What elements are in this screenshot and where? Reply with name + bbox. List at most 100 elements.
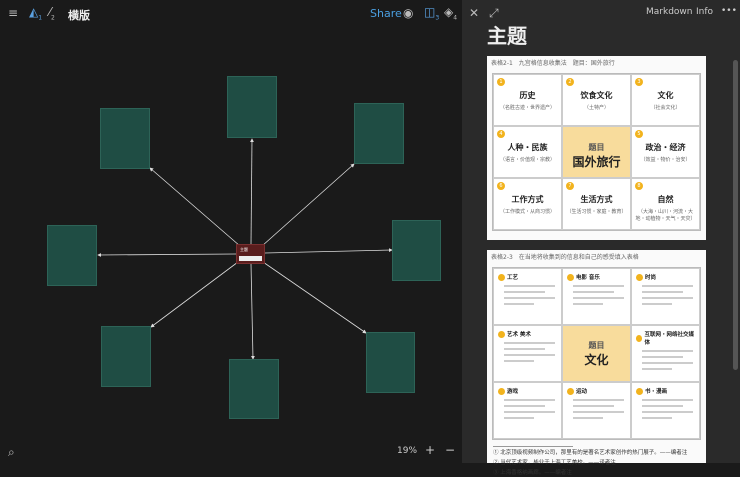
bullet-icon [498, 330, 505, 338]
close-icon[interactable]: ✕ [469, 6, 479, 20]
number-badge: 2 [566, 78, 574, 86]
number-badge: 6 [497, 182, 505, 190]
cell-heading: 工作方式 [511, 195, 544, 204]
grid-cell: 7 生活方式 （生活习惯・家庭・教育） [562, 178, 631, 230]
node-left[interactable] [47, 225, 97, 286]
edge [149, 167, 241, 247]
scrollbar[interactable] [733, 60, 738, 370]
markdown-button[interactable]: Markdown [646, 7, 692, 17]
bullet-icon [498, 273, 505, 281]
grid-cell: 书・漫画 [631, 382, 700, 439]
cell-subtext: （工作模式・从商习惯） [499, 209, 555, 215]
cell-heading: 电影 音乐 [576, 275, 600, 281]
cell-label: 题目 [588, 340, 605, 350]
number-badge: 1 [497, 78, 505, 86]
info-button[interactable]: Info [696, 7, 713, 17]
number-badge: 7 [566, 182, 574, 190]
footnote: ② 当代艺术家，毕业于上海工艺美校。——译者注 [493, 460, 616, 466]
node-top-right[interactable] [354, 103, 404, 164]
cell-heading: 饮食文化 [580, 91, 613, 100]
node-bottom[interactable] [229, 359, 279, 419]
nine-grid-image-2: 表格2-3 在当地将收集到的信息和自己的感受填入表格 工艺 电影 音乐 时尚艺术 美… [487, 250, 706, 476]
edge [249, 138, 254, 245]
number-badge: 3 [635, 78, 643, 86]
bullet-icon [567, 387, 574, 395]
grid-cell: 题目 国外旅行 [562, 126, 631, 178]
bullet-icon [636, 334, 643, 342]
node-bottom-left[interactable] [101, 326, 151, 387]
cell-heading: 艺术 美术 [507, 332, 531, 338]
cell-heading: 游戏 [507, 389, 519, 395]
cell-subtext: （土特产） [583, 105, 609, 111]
grid-cell: 8 自然 （大海・山川・河流・大地・动植物・天气・天灾） [631, 178, 700, 230]
cell-heading: 互联网・网络社交媒体 [644, 332, 694, 346]
cell-heading: 工艺 [507, 275, 519, 281]
cell-label: 题目 [588, 143, 605, 152]
bullet-icon [636, 387, 643, 395]
edge [150, 261, 239, 328]
cell-subtext: （效益・物价・治安） [640, 157, 691, 163]
grid-cell: 1 历史 （名胜古迹・世界遗产） [493, 74, 562, 126]
number-badge: 8 [635, 182, 643, 190]
footnote: ③ 上海香格纳画廊。——编者注 [493, 470, 572, 476]
table-caption: 表格2-1 九宫格信息收集法 题目：国外旅行 [491, 60, 615, 67]
cell-subtext: （名胜古迹・世界遗产） [499, 105, 555, 111]
number-badge: 4 [497, 130, 505, 138]
grid-cell: 艺术 美术 [493, 325, 562, 382]
cell-heading: 时尚 [645, 275, 657, 281]
cell-topic: 国外旅行 [572, 155, 621, 169]
cell-heading: 历史 [519, 91, 536, 100]
node-bottom-right[interactable] [366, 332, 415, 393]
node-top[interactable] [227, 76, 277, 138]
zoom-out-button[interactable]: − [445, 443, 455, 457]
zoom-level: 19% [397, 446, 418, 456]
edge [261, 163, 355, 247]
edge [262, 261, 367, 334]
cell-heading: 政治・经济 [645, 143, 686, 152]
grid-cell: 工艺 [493, 268, 562, 325]
grid-cell: 时尚 [631, 268, 700, 325]
edge [250, 263, 255, 360]
grid-cell: 电影 音乐 [562, 268, 631, 325]
table-caption: 表格2-3 在当地将收集到的信息和自己的感受填入表格 [491, 254, 639, 261]
footnote: ① 北京顶级视频制作公司，那里有的是著名艺术家创作的热门展子。——编者注 [493, 450, 688, 456]
center-node-label: 主题 [240, 247, 248, 252]
edge [264, 248, 393, 254]
cell-heading: 运动 [576, 389, 588, 395]
grid-cell: 3 文化 （社会文化） [631, 74, 700, 126]
grid-cell: 2 饮食文化 （土特产） [562, 74, 631, 126]
center-node[interactable]: 主题 [236, 244, 265, 264]
number-badge: 5 [635, 130, 643, 138]
cell-subtext: （社会文化） [650, 105, 681, 111]
center-node-image [239, 256, 262, 261]
node-right[interactable] [392, 220, 441, 281]
node-title[interactable]: 主题 [487, 20, 527, 49]
cell-heading: 文化 [657, 91, 674, 100]
expand-icon[interactable]: ⤢ [489, 6, 499, 21]
bullet-icon [636, 273, 643, 281]
cell-subtext: （语言・价值观・宗教） [499, 157, 555, 163]
more-button[interactable]: ••• [721, 6, 737, 16]
cell-subtext: （大海・山川・河流・大地・动植物・天气・天灾） [635, 209, 696, 222]
grid-cell: 4 人种・民族 （语言・价值观・宗教） [493, 126, 562, 178]
grid-cell: 游戏 [493, 382, 562, 439]
node-top-left[interactable] [100, 108, 150, 169]
nine-grid-image-1: 表格2-1 九宫格信息收集法 题目：国外旅行 1 历史 （名胜古迹・世界遗产） 2 饮食… [487, 56, 706, 240]
zoom-in-button[interactable]: + [425, 443, 435, 457]
cell-topic: 文化 [584, 352, 609, 367]
cell-subtext: （生活习惯・家庭・教育） [566, 209, 627, 215]
bullet-icon [567, 273, 574, 281]
canvas-pane[interactable]: ≡ ◭1 ⁄2 横版 Share ◉ ◫3 ◈4 主题 ⌕ 19% + − [0, 0, 462, 463]
grid-cell: 题目 文化 [562, 325, 631, 382]
bullet-icon [498, 387, 505, 395]
grid-cell: 互联网・网络社交媒体 [631, 325, 700, 382]
cell-heading: 书・漫画 [645, 389, 668, 395]
edge [97, 252, 237, 257]
cell-heading: 生活方式 [580, 195, 613, 204]
search-icon[interactable]: ⌕ [8, 445, 15, 460]
grid-cell: 6 工作方式 （工作模式・从商习惯） [493, 178, 562, 230]
grid-cell: 5 政治・经济 （效益・物价・治安） [631, 126, 700, 178]
cell-heading: 人种・民族 [507, 143, 548, 152]
cell-heading: 自然 [657, 195, 674, 204]
grid-cell: 运动 [562, 382, 631, 439]
